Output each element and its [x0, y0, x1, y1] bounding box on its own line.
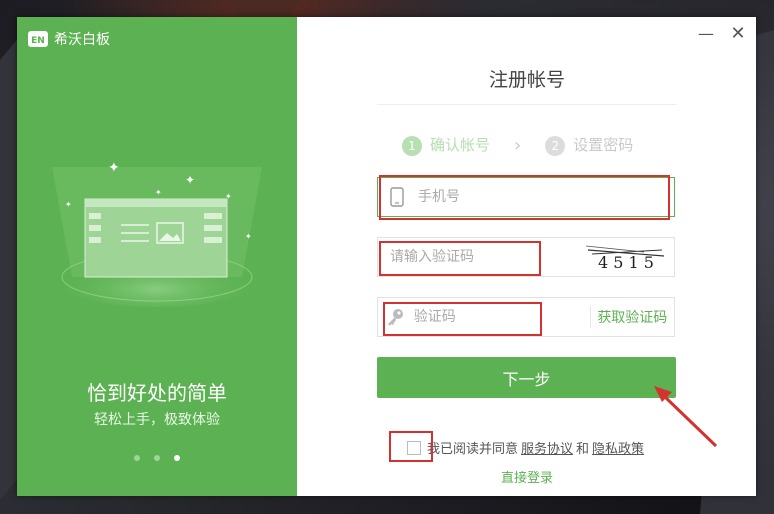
- step-set-password: 2 设置密码: [545, 134, 633, 156]
- phone-icon: [378, 187, 416, 207]
- carousel-dot[interactable]: [154, 455, 160, 461]
- title-divider: [377, 104, 677, 105]
- promo-subline: 轻松上手，极致体验: [94, 412, 220, 428]
- get-code-button[interactable]: 获取验证码: [591, 307, 674, 327]
- captcha-input[interactable]: [378, 248, 584, 266]
- logo-icon: EN: [28, 31, 48, 47]
- close-button[interactable]: ✕: [729, 25, 747, 43]
- phone-field: [377, 177, 675, 217]
- sms-code-field: 获取验证码: [377, 297, 675, 337]
- register-window: EN 希沃白板 ✦ ✦ ✦ ✦ ✦ ✦ 恰到好处的简单 轻松上手，极致体验 — …: [17, 17, 756, 496]
- app-logo: EN 希沃白板: [28, 29, 110, 49]
- step-label: 设置密码: [573, 136, 634, 154]
- phone-input[interactable]: [416, 188, 674, 206]
- carousel-dot[interactable]: [134, 455, 140, 461]
- svg-text:✦: ✦: [65, 200, 72, 209]
- app-name: 希沃白板: [54, 32, 110, 48]
- chevron-right-icon: ›: [514, 134, 522, 156]
- captcha-image[interactable]: 4 5 1 5: [584, 240, 670, 274]
- svg-text:✦: ✦: [108, 160, 120, 176]
- agreement-prefix: 我已阅读并同意: [427, 442, 519, 457]
- svg-text:✦: ✦: [245, 232, 252, 241]
- captcha-field: 4 5 1 5: [377, 237, 675, 277]
- step-label: 确认帐号: [430, 136, 491, 154]
- captcha-text: 4 5 1 5: [598, 253, 654, 272]
- direct-login-link[interactable]: 直接登录: [377, 467, 677, 486]
- promo-panel: EN 希沃白板 ✦ ✦ ✦ ✦ ✦ ✦ 恰到好处的简单 轻松上手，极致体验: [17, 17, 297, 496]
- promo-tagline: 恰到好处的简单: [87, 381, 227, 405]
- terms-link[interactable]: 服务协议: [521, 438, 573, 457]
- agreement-row: 我已阅读并同意 服务协议 和 隐私政策: [407, 438, 647, 457]
- next-step-button[interactable]: 下一步: [377, 357, 676, 398]
- step-number: 1: [402, 136, 422, 156]
- whiteboard-illustration: ✦ ✦ ✦ ✦ ✦ ✦: [52, 160, 262, 307]
- carousel-dot-active[interactable]: [174, 455, 180, 461]
- svg-text:✦: ✦: [185, 173, 195, 187]
- svg-text:✦: ✦: [155, 188, 162, 197]
- agree-checkbox[interactable]: [407, 440, 421, 455]
- page-title: 注册帐号: [488, 69, 565, 91]
- svg-text:✦: ✦: [225, 192, 232, 201]
- register-form-panel: — ✕ 注册帐号 1 确认帐号 › 2 设置密码 手机号 请输入验证码 4 5 …: [297, 17, 756, 496]
- carousel-dots: [17, 455, 297, 461]
- step-confirm-account: 1 确认帐号: [402, 134, 490, 156]
- step-indicator: 1 确认帐号 › 2 设置密码: [402, 134, 633, 156]
- step-number: 2: [545, 136, 566, 156]
- agreement-and: 和: [576, 442, 590, 457]
- minimize-button[interactable]: —: [697, 25, 715, 43]
- sms-code-input[interactable]: [411, 308, 590, 326]
- key-icon: [378, 307, 412, 327]
- privacy-link[interactable]: 隐私政策: [592, 438, 644, 457]
